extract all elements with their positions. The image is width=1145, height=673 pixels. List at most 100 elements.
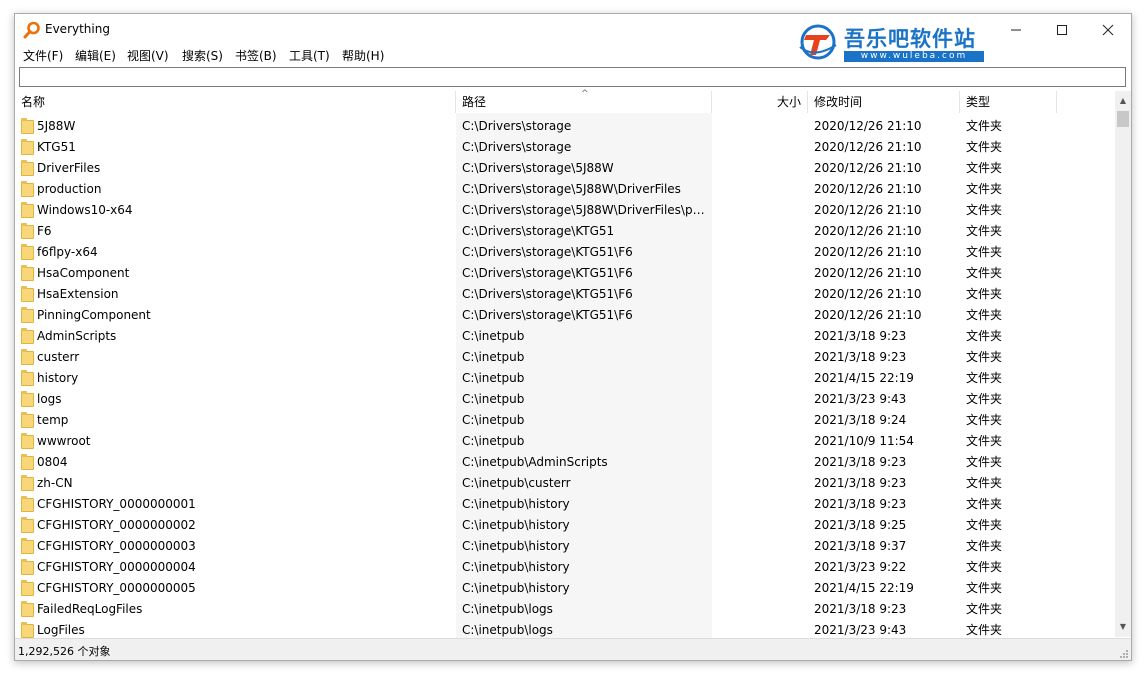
cell-date: 2020/12/26 21:10 <box>814 182 922 196</box>
cell-path: C:\Drivers\storage\KTG51\F6 <box>462 308 633 322</box>
cell-date: 2021/3/18 9:23 <box>814 497 907 511</box>
cell-name: history <box>37 371 79 385</box>
cell-date: 2021/3/18 9:25 <box>814 518 907 532</box>
search-input[interactable] <box>20 68 1131 84</box>
close-button[interactable] <box>1085 14 1131 46</box>
column-header-name[interactable]: 名称 <box>15 91 456 113</box>
cell-type: 文件夹 <box>966 203 1003 217</box>
folder-icon <box>21 496 34 512</box>
title-bar[interactable]: Everything 吾乐吧软件站 www.wuleba.com <box>15 14 1131 62</box>
cell-type: 文件夹 <box>966 560 1003 574</box>
folder-icon <box>21 349 34 365</box>
cell-date: 2021/10/9 11:54 <box>814 434 914 448</box>
menu-file[interactable]: 文件(F) <box>21 47 65 64</box>
cell-type: 文件夹 <box>966 602 1003 616</box>
cell-type: 文件夹 <box>966 371 1003 385</box>
cell-date: 2021/3/18 9:23 <box>814 602 907 616</box>
table-row[interactable]: CFGHISTORY_0000000001 C:\inetpub\history 2… <box>15 494 1115 515</box>
cell-name: CFGHISTORY_0000000003 <box>37 539 196 553</box>
cell-name: DriverFiles <box>37 161 101 175</box>
cell-date: 2021/3/23 9:43 <box>814 623 907 637</box>
cell-name: temp <box>37 413 69 427</box>
cell-type: 文件夹 <box>966 245 1003 259</box>
table-row[interactable]: LogFiles C:\inetpub\logs 2021/3/23 9:43 文件夹 <box>15 620 1115 638</box>
cell-date: 2020/12/26 21:10 <box>814 119 922 133</box>
cell-name: f6flpy-x64 <box>37 245 98 259</box>
column-header-type[interactable]: 类型 <box>960 91 1057 113</box>
cell-path: C:\inetpub\history <box>462 560 570 574</box>
table-row[interactable]: HsaExtension C:\Drivers\storage\KTG51\F6 2… <box>15 284 1115 305</box>
table-row[interactable]: AdminScripts C:\inetpub 2021/3/18 9:23 文件夹 <box>15 326 1115 347</box>
maximize-button[interactable] <box>1039 14 1085 46</box>
table-row[interactable]: HsaComponent C:\Drivers\storage\KTG51\F6 2… <box>15 263 1115 284</box>
cell-name: production <box>37 182 102 196</box>
status-text: 1,292,526 个对象 <box>18 645 111 658</box>
cell-date: 2020/12/26 21:10 <box>814 224 922 238</box>
folder-icon <box>21 517 34 533</box>
cell-type: 文件夹 <box>966 539 1003 553</box>
table-row[interactable]: zh-CN C:\inetpub\custerr 2021/3/18 9:23 文件夹 <box>15 473 1115 494</box>
cell-date: 2020/12/26 21:10 <box>814 161 922 175</box>
folder-icon <box>21 286 34 302</box>
cell-type: 文件夹 <box>966 266 1003 280</box>
search-box <box>19 67 1131 87</box>
folder-icon <box>21 391 34 407</box>
resize-grip-icon[interactable] <box>1119 649 1129 659</box>
table-row[interactable]: custerr C:\inetpub 2021/3/18 9:23 文件夹 <box>15 347 1115 368</box>
table-row[interactable]: wwwroot C:\inetpub 2021/10/9 11:54 文件夹 <box>15 431 1115 452</box>
cell-name: FailedReqLogFiles <box>37 602 143 616</box>
column-header-date[interactable]: 修改时间 <box>808 91 960 113</box>
table-row[interactable]: KTG51 C:\Drivers\storage 2020/12/26 21:10 文… <box>15 137 1115 158</box>
table-row[interactable]: CFGHISTORY_0000000003 C:\inetpub\history 2… <box>15 536 1115 557</box>
scroll-thumb[interactable] <box>1117 111 1129 127</box>
cell-date: 2021/3/18 9:23 <box>814 455 907 469</box>
table-row[interactable]: CFGHISTORY_0000000004 C:\inetpub\history 2… <box>15 557 1115 578</box>
column-header-size[interactable]: 大小 <box>712 91 808 113</box>
results-list: 5J88W C:\Drivers\storage 2020/12/26 21:10 文… <box>15 116 1115 638</box>
scroll-down-icon[interactable]: ▼ <box>1115 619 1131 635</box>
cell-type: 文件夹 <box>966 287 1003 301</box>
menu-tools[interactable]: 工具(T) <box>287 47 332 64</box>
folder-icon <box>21 433 34 449</box>
table-row[interactable]: F6 C:\Drivers\storage\KTG51 2020/12/26 21:… <box>15 221 1115 242</box>
table-row[interactable]: Windows10-x64 C:\Drivers\storage\5J88W\Dr… <box>15 200 1115 221</box>
cell-name: 0804 <box>37 455 68 469</box>
table-row[interactable]: f6flpy-x64 C:\Drivers\storage\KTG51\F6 202… <box>15 242 1115 263</box>
table-row[interactable]: 5J88W C:\Drivers\storage 2020/12/26 21:10 文… <box>15 116 1115 137</box>
menu-search[interactable]: 搜索(S) <box>180 47 225 64</box>
scroll-up-icon[interactable]: ▲ <box>1115 93 1131 109</box>
table-row[interactable]: DriverFiles C:\Drivers\storage\5J88W 2020/… <box>15 158 1115 179</box>
menu-bookmarks[interactable]: 书签(B) <box>233 47 279 64</box>
table-row[interactable]: history C:\inetpub 2021/4/15 22:19 文件夹 <box>15 368 1115 389</box>
table-row[interactable]: PinningComponent C:\Drivers\storage\KTG51… <box>15 305 1115 326</box>
cell-name: zh-CN <box>37 476 73 490</box>
table-row[interactable]: temp C:\inetpub 2021/3/18 9:24 文件夹 <box>15 410 1115 431</box>
cell-date: 2021/3/23 9:22 <box>814 560 907 574</box>
table-row[interactable]: CFGHISTORY_0000000005 C:\inetpub\history 2… <box>15 578 1115 599</box>
cell-path: C:\Drivers\storage\KTG51 <box>462 224 615 238</box>
cell-path: C:\Drivers\storage <box>462 119 572 133</box>
cell-path: C:\Drivers\storage\5J88W\DriverFiles <box>462 182 681 196</box>
cell-name: CFGHISTORY_0000000005 <box>37 581 196 595</box>
cell-name: F6 <box>37 224 52 238</box>
window-title: Everything <box>45 22 110 36</box>
cell-type: 文件夹 <box>966 623 1003 637</box>
menu-view[interactable]: 视图(V) <box>125 47 171 64</box>
folder-icon <box>21 139 34 155</box>
cell-name: AdminScripts <box>37 329 117 343</box>
minimize-button[interactable] <box>993 14 1039 46</box>
cell-path: C:\Drivers\storage <box>462 140 572 154</box>
cell-type: 文件夹 <box>966 140 1003 154</box>
vertical-scrollbar[interactable]: ▲ ▼ <box>1115 91 1131 637</box>
table-row[interactable]: production C:\Drivers\storage\5J88W\Drive… <box>15 179 1115 200</box>
menu-help[interactable]: 帮助(H) <box>340 47 386 64</box>
cell-name: CFGHISTORY_0000000001 <box>37 497 196 511</box>
table-row[interactable]: logs C:\inetpub 2021/3/23 9:43 文件夹 <box>15 389 1115 410</box>
table-row[interactable]: 0804 C:\inetpub\AdminScripts 2021/3/18 9:2… <box>15 452 1115 473</box>
table-row[interactable]: CFGHISTORY_0000000002 C:\inetpub\history 2… <box>15 515 1115 536</box>
cell-path: C:\inetpub <box>462 434 525 448</box>
menu-edit[interactable]: 编辑(E) <box>73 47 118 64</box>
cell-date: 2020/12/26 21:10 <box>814 308 922 322</box>
close-icon <box>1102 24 1114 36</box>
table-row[interactable]: FailedReqLogFiles C:\inetpub\logs 2021/3/1… <box>15 599 1115 620</box>
